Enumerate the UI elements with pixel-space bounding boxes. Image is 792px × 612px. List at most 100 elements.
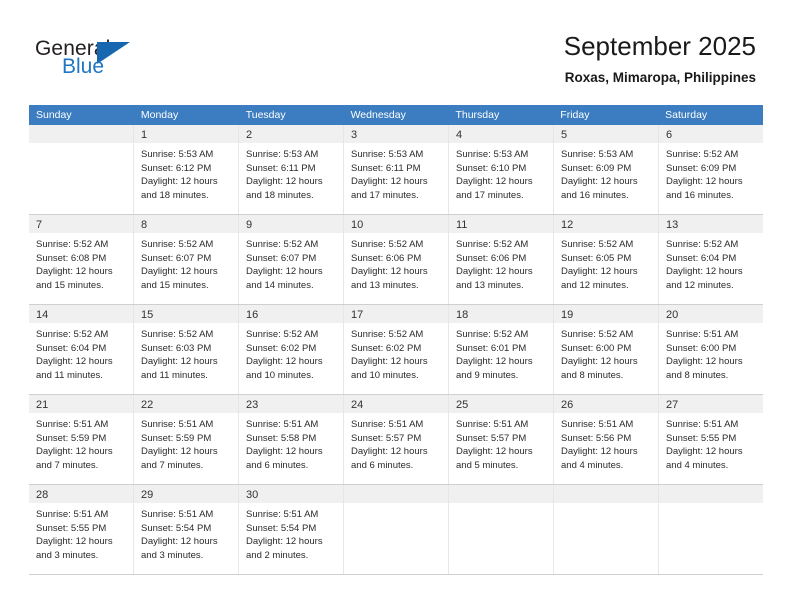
- day-number-bar: 21: [29, 395, 133, 413]
- calendar-day-cell[interactable]: 17 Sunrise: 5:52 AM Sunset: 6:02 PM Dayligh…: [344, 305, 449, 394]
- day-number-bar: [449, 485, 553, 503]
- calendar-day-cell[interactable]: 15 Sunrise: 5:52 AM Sunset: 6:03 PM Dayligh…: [134, 305, 239, 394]
- day-detail-line: Sunset: 5:55 PM: [666, 432, 737, 444]
- calendar-day-cell[interactable]: 5 Sunrise: 5:53 AM Sunset: 6:09 PM Daylight…: [554, 125, 659, 214]
- day-detail-line: and 7 minutes.: [141, 459, 204, 471]
- weekday-header-friday: Friday: [560, 109, 590, 121]
- day-detail-line: Sunset: 5:54 PM: [141, 522, 212, 534]
- calendar-day-cell[interactable]: 30 Sunrise: 5:51 AM Sunset: 5:54 PM Dayligh…: [239, 485, 344, 574]
- day-detail-line: Sunrise: 5:51 AM: [246, 509, 319, 520]
- calendar-day-cell[interactable]: 21 Sunrise: 5:51 AM Sunset: 5:59 PM Dayligh…: [29, 395, 134, 484]
- calendar-day-cell-empty: [554, 485, 659, 574]
- day-detail-line: Daylight: 12 hours: [246, 446, 323, 458]
- day-detail-line: Daylight: 12 hours: [36, 446, 113, 458]
- day-detail-line: Daylight: 12 hours: [246, 176, 323, 188]
- calendar-week-row: 21 Sunrise: 5:51 AM Sunset: 5:59 PM Dayligh…: [29, 395, 763, 485]
- day-detail-line: Sunrise: 5:51 AM: [141, 419, 214, 430]
- weekday-header-saturday: Saturday: [665, 109, 708, 121]
- day-detail-line: Sunrise: 5:51 AM: [246, 419, 319, 430]
- day-details: Sunrise: 5:52 AM Sunset: 6:04 PM Daylight:…: [29, 323, 133, 388]
- calendar-day-cell[interactable]: 7 Sunrise: 5:52 AM Sunset: 6:08 PM Daylight…: [29, 215, 134, 304]
- day-number-bar: 6: [659, 125, 763, 143]
- day-details: Sunrise: 5:53 AM Sunset: 6:12 PM Daylight:…: [134, 143, 238, 208]
- calendar-day-cell[interactable]: 12 Sunrise: 5:52 AM Sunset: 6:05 PM Dayligh…: [554, 215, 659, 304]
- day-number: 27: [666, 399, 679, 411]
- calendar-day-cell[interactable]: 16 Sunrise: 5:52 AM Sunset: 6:02 PM Dayligh…: [239, 305, 344, 394]
- calendar-day-cell[interactable]: 6 Sunrise: 5:52 AM Sunset: 6:09 PM Daylight…: [659, 125, 763, 214]
- day-detail-line: Daylight: 12 hours: [141, 356, 218, 368]
- calendar-day-cell[interactable]: 3 Sunrise: 5:53 AM Sunset: 6:11 PM Daylight…: [344, 125, 449, 214]
- day-detail-line: Sunrise: 5:53 AM: [561, 149, 634, 160]
- weekday-header-wednesday: Wednesday: [350, 109, 406, 121]
- calendar-day-cell[interactable]: 27 Sunrise: 5:51 AM Sunset: 5:55 PM Dayligh…: [659, 395, 763, 484]
- calendar-day-cell[interactable]: 2 Sunrise: 5:53 AM Sunset: 6:11 PM Daylight…: [239, 125, 344, 214]
- day-number-bar: 20: [659, 305, 763, 323]
- day-details: Sunrise: 5:52 AM Sunset: 6:06 PM Daylight:…: [449, 233, 553, 298]
- day-detail-line: Daylight: 12 hours: [246, 356, 323, 368]
- day-detail-line: Daylight: 12 hours: [141, 536, 218, 548]
- calendar-day-cell[interactable]: 29 Sunrise: 5:51 AM Sunset: 5:54 PM Dayligh…: [134, 485, 239, 574]
- calendar-day-cell[interactable]: 9 Sunrise: 5:52 AM Sunset: 6:07 PM Daylight…: [239, 215, 344, 304]
- calendar-day-cell[interactable]: 23 Sunrise: 5:51 AM Sunset: 5:58 PM Dayligh…: [239, 395, 344, 484]
- day-number-bar: 28: [29, 485, 133, 503]
- day-details: Sunrise: 5:51 AM Sunset: 5:57 PM Daylight:…: [449, 413, 553, 478]
- calendar-day-cell[interactable]: 18 Sunrise: 5:52 AM Sunset: 6:01 PM Dayligh…: [449, 305, 554, 394]
- calendar-day-cell[interactable]: 22 Sunrise: 5:51 AM Sunset: 5:59 PM Dayligh…: [134, 395, 239, 484]
- day-detail-line: Sunrise: 5:52 AM: [36, 239, 109, 250]
- day-number-bar: 30: [239, 485, 343, 503]
- calendar-page: General Blue September 2025 Roxas, Mimar…: [0, 0, 792, 612]
- day-detail-line: Sunset: 6:12 PM: [141, 162, 212, 174]
- day-detail-line: Sunset: 5:58 PM: [246, 432, 317, 444]
- day-detail-line: Daylight: 12 hours: [561, 356, 638, 368]
- calendar-day-cell[interactable]: 24 Sunrise: 5:51 AM Sunset: 5:57 PM Dayligh…: [344, 395, 449, 484]
- day-details: Sunrise: 5:53 AM Sunset: 6:10 PM Daylight:…: [449, 143, 553, 208]
- day-detail-line: Sunrise: 5:53 AM: [141, 149, 214, 160]
- general-blue-logo: General Blue: [35, 37, 155, 85]
- day-number: 6: [666, 129, 673, 141]
- day-details: Sunrise: 5:51 AM Sunset: 5:55 PM Daylight:…: [659, 413, 763, 478]
- day-number-bar: [659, 485, 763, 503]
- day-detail-line: and 3 minutes.: [141, 549, 204, 561]
- day-detail-line: and 15 minutes.: [141, 279, 209, 291]
- calendar-day-cell[interactable]: 1 Sunrise: 5:53 AM Sunset: 6:12 PM Daylight…: [134, 125, 239, 214]
- calendar-day-cell[interactable]: 11 Sunrise: 5:52 AM Sunset: 6:06 PM Dayligh…: [449, 215, 554, 304]
- day-number: 29: [141, 489, 154, 501]
- day-number: 7: [36, 219, 43, 231]
- day-details: Sunrise: 5:52 AM Sunset: 6:00 PM Daylight:…: [554, 323, 658, 388]
- day-number-bar: 15: [134, 305, 238, 323]
- day-number-bar: 25: [449, 395, 553, 413]
- day-number: 13: [666, 219, 679, 231]
- weekday-header-tuesday: Tuesday: [245, 109, 286, 121]
- calendar-day-cell[interactable]: 20 Sunrise: 5:51 AM Sunset: 6:00 PM Dayligh…: [659, 305, 763, 394]
- day-detail-line: Daylight: 12 hours: [141, 266, 218, 278]
- day-detail-line: Sunrise: 5:52 AM: [351, 329, 424, 340]
- calendar-day-cell[interactable]: 14 Sunrise: 5:52 AM Sunset: 6:04 PM Dayligh…: [29, 305, 134, 394]
- day-number: 18: [456, 309, 469, 321]
- day-detail-line: Sunrise: 5:52 AM: [36, 329, 109, 340]
- calendar-day-cell[interactable]: 4 Sunrise: 5:53 AM Sunset: 6:10 PM Daylight…: [449, 125, 554, 214]
- calendar-day-cell[interactable]: 13 Sunrise: 5:52 AM Sunset: 6:04 PM Dayligh…: [659, 215, 763, 304]
- day-details: Sunrise: 5:51 AM Sunset: 5:54 PM Daylight:…: [239, 503, 343, 568]
- day-detail-line: Sunrise: 5:52 AM: [456, 239, 529, 250]
- calendar-day-cell[interactable]: 8 Sunrise: 5:52 AM Sunset: 6:07 PM Daylight…: [134, 215, 239, 304]
- day-number: 20: [666, 309, 679, 321]
- calendar-day-cell[interactable]: 10 Sunrise: 5:52 AM Sunset: 6:06 PM Dayligh…: [344, 215, 449, 304]
- calendar-day-cell[interactable]: 26 Sunrise: 5:51 AM Sunset: 5:56 PM Dayligh…: [554, 395, 659, 484]
- day-number: 19: [561, 309, 574, 321]
- calendar-day-cell[interactable]: 25 Sunrise: 5:51 AM Sunset: 5:57 PM Dayligh…: [449, 395, 554, 484]
- calendar-week-row: 28 Sunrise: 5:51 AM Sunset: 5:55 PM Dayligh…: [29, 485, 763, 575]
- day-detail-line: Sunset: 5:57 PM: [456, 432, 527, 444]
- day-detail-line: Sunset: 6:05 PM: [561, 252, 632, 264]
- day-details: Sunrise: 5:52 AM Sunset: 6:08 PM Daylight:…: [29, 233, 133, 298]
- day-number-bar: 14: [29, 305, 133, 323]
- day-detail-line: Sunrise: 5:51 AM: [141, 509, 214, 520]
- day-detail-line: Sunrise: 5:52 AM: [561, 239, 634, 250]
- day-detail-line: Sunrise: 5:51 AM: [36, 419, 109, 430]
- calendar-day-cell[interactable]: 28 Sunrise: 5:51 AM Sunset: 5:55 PM Dayligh…: [29, 485, 134, 574]
- day-details: Sunrise: 5:52 AM Sunset: 6:04 PM Daylight:…: [659, 233, 763, 298]
- day-detail-line: and 8 minutes.: [561, 369, 624, 381]
- day-detail-line: Daylight: 12 hours: [561, 176, 638, 188]
- day-detail-line: Daylight: 12 hours: [36, 536, 113, 548]
- calendar-day-cell[interactable]: 19 Sunrise: 5:52 AM Sunset: 6:00 PM Dayligh…: [554, 305, 659, 394]
- day-detail-line: Daylight: 12 hours: [456, 446, 533, 458]
